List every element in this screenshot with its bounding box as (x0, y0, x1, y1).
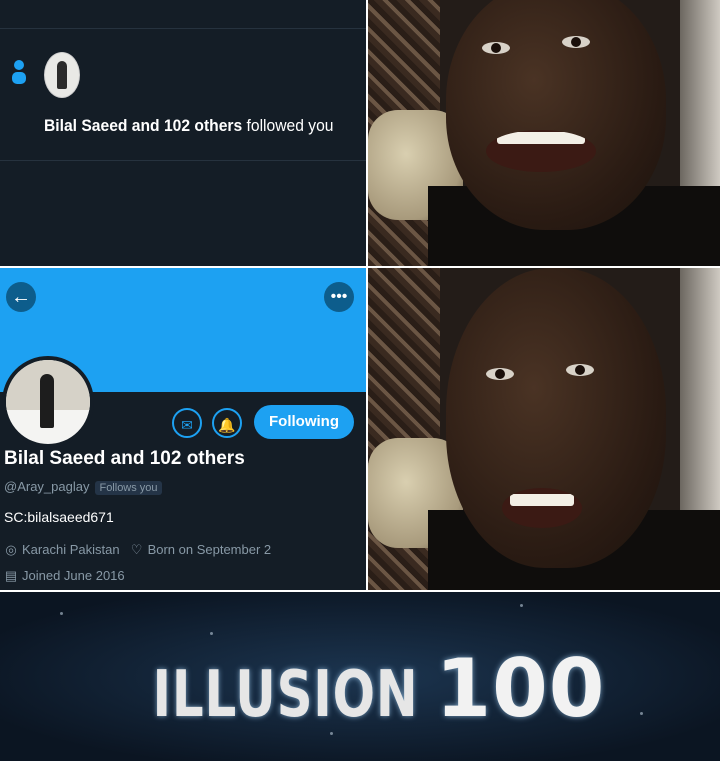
notification-text[interactable]: Bilal Saeed and 102 others followed you (44, 116, 333, 136)
divider (0, 160, 366, 161)
profile-handle: @Aray_paglay (4, 479, 90, 494)
profile-location: Karachi Pakistan (22, 542, 120, 557)
notification-bell-icon[interactable]: 🔔 (212, 408, 242, 438)
follows-you-badge: Follows you (95, 481, 162, 495)
calendar-icon: ▤ (4, 568, 18, 583)
caption-panel: ILLUSION 100 (0, 592, 720, 761)
disappointed-reaction-photo (368, 268, 720, 590)
profile-joined: Joined June 2016 (22, 568, 125, 583)
profile-avatar[interactable] (2, 356, 94, 448)
person-icon (12, 60, 26, 84)
profile-panel: ← ••• ✉ 🔔 Following Bilal Saeed and 102 … (0, 268, 366, 590)
follow-notification-panel: Bilal Saeed and 102 others followed you (0, 0, 366, 266)
back-arrow-icon[interactable]: ← (6, 282, 36, 312)
happy-reaction-photo (368, 0, 720, 266)
notification-name: Bilal Saeed and 102 others (44, 116, 243, 135)
illusion-caption: ILLUSION 100 (0, 642, 720, 735)
profile-birthday: Born on September 2 (147, 542, 272, 557)
caption-word: ILLUSION (152, 658, 418, 732)
profile-bio: SC:bilalsaeed671 (4, 509, 114, 525)
following-button[interactable]: Following (254, 405, 354, 439)
birthday-icon: ♡ (130, 542, 143, 557)
follower-avatar[interactable] (44, 52, 80, 98)
caption-number: 100 (435, 642, 606, 735)
more-options-icon[interactable]: ••• (324, 282, 354, 312)
notification-suffix: followed you (242, 116, 334, 135)
divider (0, 28, 366, 29)
profile-joined-row: ▤ Joined June 2016 (4, 568, 125, 584)
location-icon: ◎ (5, 542, 17, 557)
message-icon[interactable]: ✉ (172, 408, 202, 438)
handle-row: @Aray_paglay Follows you (4, 479, 162, 495)
profile-name: Bilal Saeed and 102 others (4, 448, 245, 469)
profile-meta-row: ◎ Karachi Pakistan ♡ Born on September 2 (4, 542, 271, 558)
